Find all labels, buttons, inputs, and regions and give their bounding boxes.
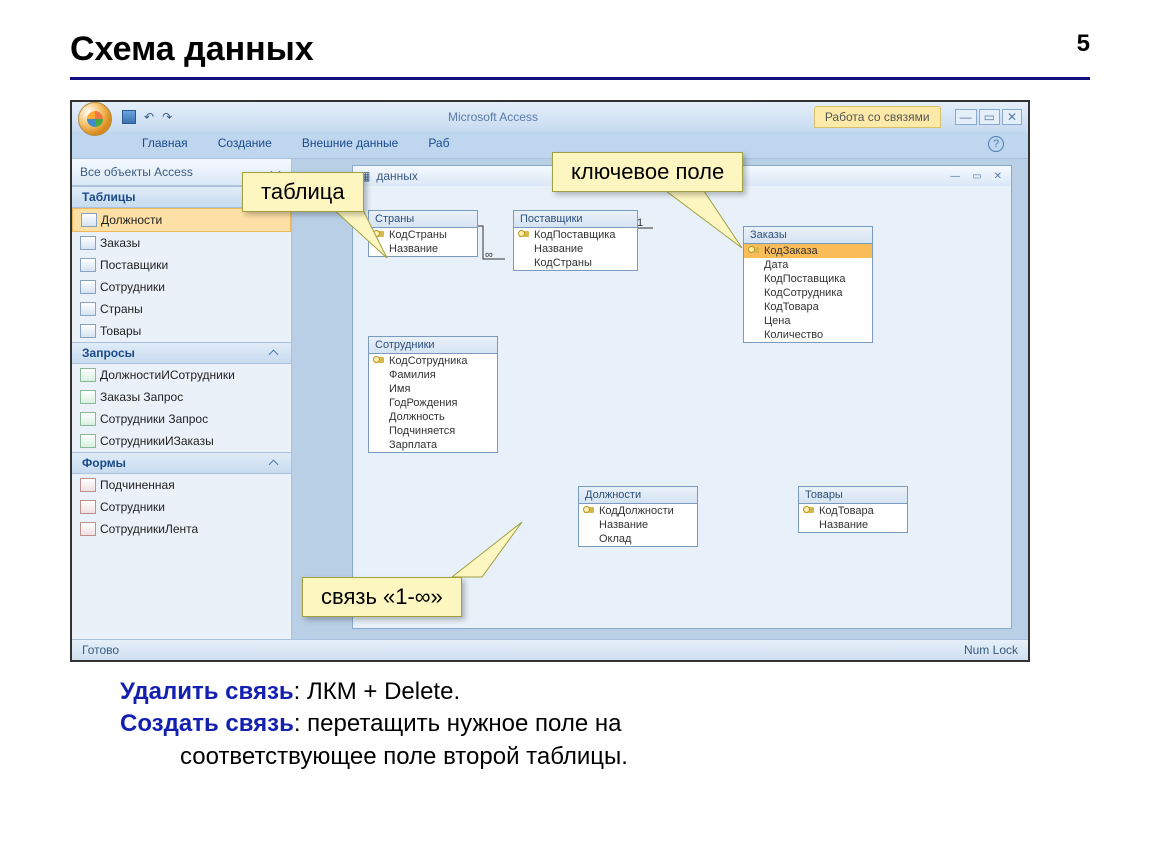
nav-item-query[interactable]: СотрудникиИЗаказы	[72, 430, 291, 452]
slide-title: Схема данных	[70, 30, 1090, 69]
nav-item-sotrudniki[interactable]: Сотрудники	[72, 276, 291, 298]
slide-notes: Удалить связь: ЛКМ + Delete. Создать свя…	[120, 676, 1090, 773]
quick-access-toolbar: ↶ ↷	[122, 110, 172, 124]
app-title: Microsoft Access	[172, 110, 814, 124]
field-key[interactable]: КодСотрудника	[369, 354, 497, 368]
section-queries-label: Запросы	[82, 346, 135, 360]
nav-item-strany[interactable]: Страны	[72, 298, 291, 320]
access-window: ↶ ↷ Microsoft Access Работа со связями —…	[70, 100, 1030, 662]
help-icon[interactable]: ?	[988, 136, 1004, 152]
chevron-up-icon[interactable]	[267, 456, 281, 470]
nav-item-form[interactable]: Подчиненная	[72, 474, 291, 496]
inner-close[interactable]: ✕	[991, 171, 1005, 182]
field[interactable]: КодТовара	[744, 300, 872, 314]
section-forms[interactable]: Формы	[72, 452, 291, 474]
field[interactable]: Имя	[369, 382, 497, 396]
field[interactable]: Оклад	[579, 532, 697, 546]
undo-icon[interactable]: ↶	[144, 110, 154, 124]
nav-item-tovary[interactable]: Товары	[72, 320, 291, 342]
nav-item-query[interactable]: Сотрудники Запрос	[72, 408, 291, 430]
field-key[interactable]: КодДолжности	[579, 504, 697, 518]
section-queries[interactable]: Запросы	[72, 342, 291, 364]
tablebox-header[interactable]: Заказы	[744, 227, 872, 244]
nav-title-text: Все объекты Access	[80, 165, 193, 179]
callout-tail	[662, 188, 752, 258]
office-button[interactable]	[78, 102, 112, 136]
save-icon[interactable]	[122, 110, 136, 124]
nav-item-postavshchiki[interactable]: Поставщики	[72, 254, 291, 276]
tablebox-zakazy[interactable]: Заказы КодЗаказа Дата КодПоставщика КодС…	[743, 226, 873, 343]
field[interactable]: ГодРождения	[369, 396, 497, 410]
maximize-button[interactable]: ▭	[979, 109, 1000, 125]
callout-tail	[452, 522, 542, 582]
field[interactable]: КодСотрудника	[744, 286, 872, 300]
note-create-text: : перетащить нужное поле на	[294, 710, 622, 737]
tab-create[interactable]: Создание	[218, 136, 272, 152]
inner-min[interactable]: —	[947, 171, 963, 182]
titlebar: ↶ ↷ Microsoft Access Работа со связями —…	[72, 102, 1028, 132]
status-left: Готово	[82, 643, 119, 657]
field[interactable]: Цена	[744, 314, 872, 328]
nav-item-form[interactable]: СотрудникиЛента	[72, 518, 291, 540]
tablebox-header[interactable]: Должности	[579, 487, 697, 504]
callout-relation: связь «1-∞»	[302, 577, 462, 617]
field[interactable]: КодСтраны	[514, 256, 637, 270]
callout-table: таблица	[242, 172, 364, 212]
tablebox-dolzh[interactable]: Должности КодДолжности Название Оклад	[578, 486, 698, 547]
tablebox-sotr[interactable]: Сотрудники КодСотрудника Фамилия Имя Год…	[368, 336, 498, 453]
callout-tail	[332, 208, 412, 268]
note-delete-text: : ЛКМ + Delete.	[294, 678, 460, 705]
chevron-up-icon[interactable]	[267, 346, 281, 360]
note-create-label: Создать связь	[120, 710, 294, 737]
section-tables-label: Таблицы	[82, 190, 135, 204]
field[interactable]: Дата	[744, 258, 872, 272]
note-create-text-2: соответствующее поле второй таблицы.	[180, 741, 1090, 773]
tablebox-postav[interactable]: Поставщики КодПоставщика Название КодСтр…	[513, 210, 638, 271]
ribbon-tabs: Главная Создание Внешние данные Раб ?	[72, 132, 1028, 158]
svg-text:∞: ∞	[485, 249, 493, 261]
tablebox-tovary[interactable]: Товары КодТовара Название	[798, 486, 908, 533]
minimize-button[interactable]: —	[955, 109, 977, 125]
redo-icon[interactable]: ↷	[162, 110, 172, 124]
field[interactable]: Название	[799, 518, 907, 532]
nav-item-zakazy[interactable]: Заказы	[72, 232, 291, 254]
close-button[interactable]: ✕	[1002, 109, 1022, 125]
tab-external-data[interactable]: Внешние данные	[302, 136, 399, 152]
navigation-pane: Все объекты Access Таблицы Должности Зак…	[72, 159, 292, 639]
field[interactable]: Подчиняется	[369, 424, 497, 438]
tab-work[interactable]: Раб	[428, 136, 449, 152]
field[interactable]: Фамилия	[369, 368, 497, 382]
context-tab[interactable]: Работа со связями	[814, 106, 941, 128]
tablebox-header[interactable]: Сотрудники	[369, 337, 497, 354]
note-delete-label: Удалить связь	[120, 678, 294, 705]
field[interactable]: Название	[514, 242, 637, 256]
callout-keyfield: ключевое поле	[552, 152, 743, 192]
inner-max[interactable]: ▭	[969, 171, 984, 182]
field[interactable]: Количество	[744, 328, 872, 342]
status-bar: Готово Num Lock	[72, 639, 1028, 660]
nav-item-form[interactable]: Сотрудники	[72, 496, 291, 518]
tablebox-header[interactable]: Товары	[799, 487, 907, 504]
field[interactable]: КодПоставщика	[744, 272, 872, 286]
field-key[interactable]: КодТовара	[799, 504, 907, 518]
inner-title-text: данных	[376, 169, 418, 183]
field-key[interactable]: КодЗаказа	[744, 244, 872, 258]
nav-item-query[interactable]: Заказы Запрос	[72, 386, 291, 408]
field[interactable]: Название	[579, 518, 697, 532]
tab-home[interactable]: Главная	[142, 136, 188, 152]
status-numlock: Num Lock	[964, 643, 1018, 657]
title-rule	[70, 77, 1090, 80]
field[interactable]: Зарплата	[369, 438, 497, 452]
section-forms-label: Формы	[82, 456, 126, 470]
nav-item-query[interactable]: ДолжностиИСотрудники	[72, 364, 291, 386]
field[interactable]: Должность	[369, 410, 497, 424]
page-number: 5	[1077, 30, 1090, 58]
tablebox-header[interactable]: Поставщики	[514, 211, 637, 228]
field-key[interactable]: КодПоставщика	[514, 228, 637, 242]
